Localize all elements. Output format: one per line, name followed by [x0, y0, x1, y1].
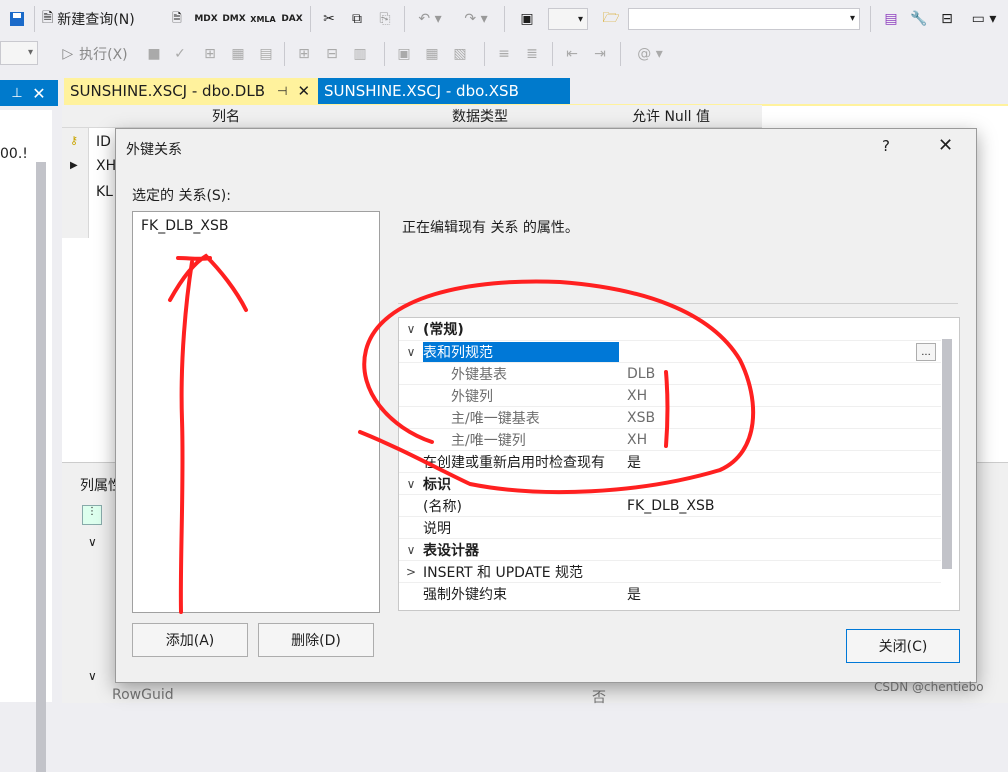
- red-vertical-mark: [664, 370, 670, 448]
- red-circle: [358, 279, 756, 495]
- red-annotation-layer: [168, 253, 756, 614]
- watermark: CSDN @chentiebo: [874, 680, 984, 694]
- red-arrow-head: [168, 253, 248, 312]
- red-arrow-shaft: [178, 260, 194, 614]
